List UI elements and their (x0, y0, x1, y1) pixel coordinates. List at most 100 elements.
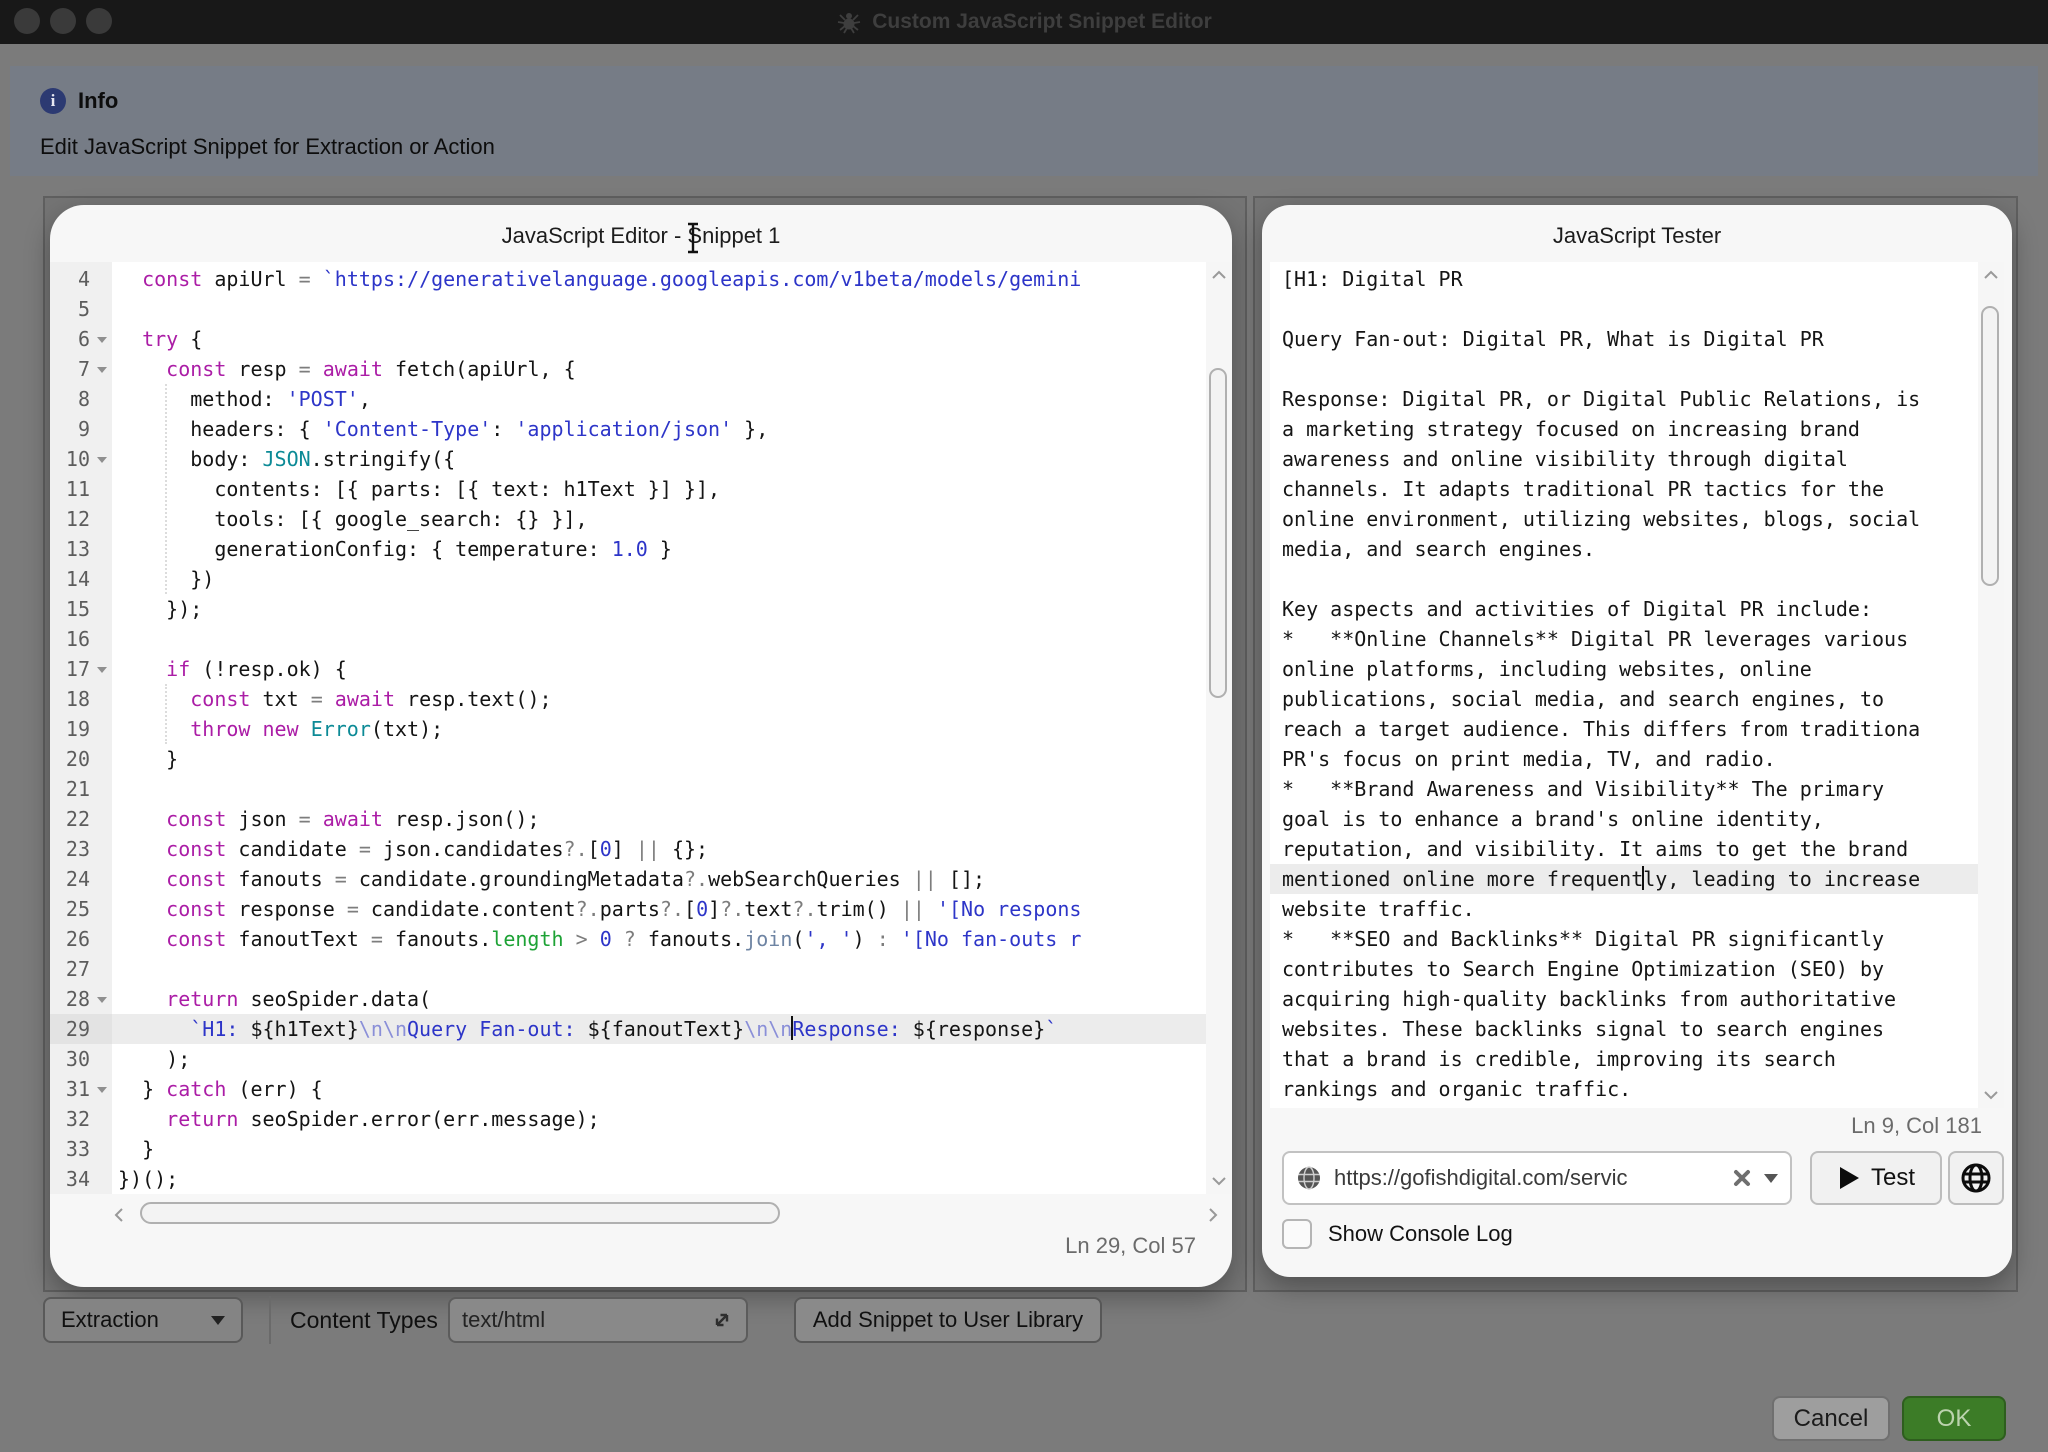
code-line[interactable]: 33 } (50, 1134, 1232, 1164)
test-url-input[interactable]: https://gofishdigital.com/servic (1282, 1151, 1792, 1205)
tester-line[interactable]: * **SEO and Backlinks** Digital PR signi… (1270, 924, 2004, 954)
scroll-left-icon[interactable] (114, 1207, 124, 1223)
code-line[interactable]: 11 contents: [{ parts: [{ text: h1Text }… (50, 474, 1232, 504)
code-line[interactable]: 32 return seoSpider.error(err.message); (50, 1104, 1232, 1134)
code-line[interactable]: 5 (50, 294, 1232, 324)
code-line[interactable]: 20 } (50, 744, 1232, 774)
scroll-down-icon[interactable] (1983, 1090, 1999, 1100)
editor-horizontal-scrollbar[interactable] (114, 1199, 1218, 1229)
tester-line[interactable]: rankings and organic traffic. (1270, 1074, 2004, 1104)
tester-line[interactable]: Key aspects and activities of Digital PR… (1270, 594, 2004, 624)
tester-line[interactable]: Response: Digital PR, or Digital Public … (1270, 384, 2004, 414)
tester-line[interactable]: * **Brand Awareness and Visibility** The… (1270, 774, 2004, 804)
code-line[interactable]: 15 }); (50, 594, 1232, 624)
code-line[interactable]: 30 ); (50, 1044, 1232, 1074)
test-button[interactable]: Test (1810, 1151, 1942, 1205)
code-line[interactable]: 23 const candidate = json.candidates?.[0… (50, 834, 1232, 864)
add-snippet-to-library-button[interactable]: Add Snippet to User Library (794, 1297, 1102, 1343)
tester-line[interactable]: mentioned online more frequently, leadin… (1270, 864, 2004, 894)
tester-line[interactable]: a marketing strategy focused on increasi… (1270, 414, 2004, 444)
code-line[interactable]: 27 (50, 954, 1232, 984)
tester-line[interactable]: Query Fan-out: Digital PR, What is Digit… (1270, 324, 2004, 354)
code-line[interactable]: 29 `H1: ${h1Text}\n\nQuery Fan-out: ${fa… (50, 1014, 1232, 1044)
tester-line[interactable]: online platforms, including websites, on… (1270, 654, 2004, 684)
content-types-value: text/html (462, 1307, 545, 1333)
tester-line[interactable]: awareness and online visibility through … (1270, 444, 2004, 474)
code-line[interactable]: 24 const fanouts = candidate.groundingMe… (50, 864, 1232, 894)
expand-icon[interactable] (710, 1308, 734, 1332)
code-line[interactable]: 21 (50, 774, 1232, 804)
tester-line[interactable]: that a brand is credible, improving its … (1270, 1044, 2004, 1074)
tester-line[interactable]: channels. It adapts traditional PR tacti… (1270, 474, 2004, 504)
code-line[interactable]: 9 headers: { 'Content-Type': 'applicatio… (50, 414, 1232, 444)
code-line[interactable]: 18 const txt = await resp.text(); (50, 684, 1232, 714)
line-number: 20 (66, 744, 90, 774)
scroll-up-icon[interactable] (1211, 270, 1227, 280)
scroll-right-icon[interactable] (1208, 1207, 1218, 1223)
content-types-input[interactable]: text/html (448, 1297, 748, 1343)
tester-line[interactable]: media, and search engines. (1270, 534, 2004, 564)
code-line[interactable]: 26 const fanoutText = fanouts.length > 0… (50, 924, 1232, 954)
open-in-browser-button[interactable] (1948, 1151, 2004, 1205)
fold-arrow-icon[interactable] (97, 667, 107, 673)
editor-horizontal-scroll-thumb[interactable] (140, 1202, 780, 1224)
line-number: 13 (66, 534, 90, 564)
line-number: 5 (78, 294, 90, 324)
tester-line[interactable]: website traffic. (1270, 894, 2004, 924)
tester-line[interactable] (1270, 354, 2004, 384)
tester-line[interactable]: goal is to enhance a brand's online iden… (1270, 804, 2004, 834)
cancel-button[interactable]: Cancel (1772, 1396, 1890, 1441)
editor-vertical-scrollbar[interactable] (1206, 262, 1232, 1194)
tester-line[interactable] (1270, 294, 2004, 324)
code-line[interactable]: 13 generationConfig: { temperature: 1.0 … (50, 534, 1232, 564)
tester-line[interactable]: reputation, and visibility. It aims to g… (1270, 834, 2004, 864)
code-line[interactable]: 8 method: 'POST', (50, 384, 1232, 414)
fold-arrow-icon[interactable] (97, 337, 107, 343)
ok-button[interactable]: OK (1902, 1396, 2006, 1441)
line-number: 6 (78, 324, 90, 354)
code-line[interactable]: 4 const apiUrl = `https://generativelang… (50, 264, 1232, 294)
info-icon: i (40, 88, 66, 114)
tester-line[interactable]: * **Online Channels** Digital PR leverag… (1270, 624, 2004, 654)
tester-line[interactable]: contributes to Search Engine Optimizatio… (1270, 954, 2004, 984)
code-line[interactable]: 10 body: JSON.stringify({ (50, 444, 1232, 474)
code-line[interactable]: 28 return seoSpider.data( (50, 984, 1232, 1014)
fold-arrow-icon[interactable] (97, 1087, 107, 1093)
code-line[interactable]: 14 }) (50, 564, 1232, 594)
tester-vertical-scrollbar[interactable] (1978, 262, 2004, 1108)
window-titlebar: Custom JavaScript Snippet Editor (0, 0, 2048, 44)
url-history-dropdown-icon[interactable] (1764, 1174, 1778, 1183)
tester-line[interactable]: online environment, utilizing websites, … (1270, 504, 2004, 534)
tester-line[interactable]: acquiring high-quality backlinks from au… (1270, 984, 2004, 1014)
code-line[interactable]: 22 const json = await resp.json(); (50, 804, 1232, 834)
tester-line[interactable]: [H1: Digital PR (1270, 264, 2004, 294)
scroll-up-icon[interactable] (1983, 270, 1999, 280)
code-line[interactable]: 17 if (!resp.ok) { (50, 654, 1232, 684)
tester-line[interactable]: websites. These backlinks signal to sear… (1270, 1014, 2004, 1044)
code-line[interactable]: 7 const resp = await fetch(apiUrl, { (50, 354, 1232, 384)
tester-line[interactable]: reach a target audience. This differs fr… (1270, 714, 2004, 744)
tester-line[interactable]: publications, social media, and search e… (1270, 684, 2004, 714)
fold-arrow-icon[interactable] (97, 367, 107, 373)
scroll-down-icon[interactable] (1211, 1176, 1227, 1186)
snippet-mode-select[interactable]: Extraction (43, 1297, 243, 1343)
line-number: 29 (66, 1014, 90, 1044)
code-line[interactable]: 31 } catch (err) { (50, 1074, 1232, 1104)
tester-vertical-scroll-thumb[interactable] (1981, 306, 1999, 586)
fold-arrow-icon[interactable] (97, 457, 107, 463)
code-line[interactable]: 25 const response = candidate.content?.p… (50, 894, 1232, 924)
code-line[interactable]: 34})(); (50, 1164, 1232, 1194)
code-line[interactable]: 19 throw new Error(txt); (50, 714, 1232, 744)
tester-line[interactable]: PR's focus on print media, TV, and radio… (1270, 744, 2004, 774)
fold-arrow-icon[interactable] (97, 997, 107, 1003)
code-line[interactable]: 12 tools: [{ google_search: {} }], (50, 504, 1232, 534)
editor-vertical-scroll-thumb[interactable] (1209, 368, 1227, 698)
code-line[interactable]: 6 try { (50, 324, 1232, 354)
snippet-mode-value: Extraction (61, 1307, 159, 1333)
code-line[interactable]: 16 (50, 624, 1232, 654)
tester-line[interactable] (1270, 564, 2004, 594)
clear-url-icon[interactable] (1732, 1168, 1752, 1188)
show-console-log-checkbox[interactable] (1282, 1219, 1312, 1249)
tester-output[interactable]: [H1: Digital PR Query Fan-out: Digital PR… (1270, 262, 2004, 1108)
code-editor[interactable]: 4 const apiUrl = `https://generativelang… (50, 262, 1232, 1194)
